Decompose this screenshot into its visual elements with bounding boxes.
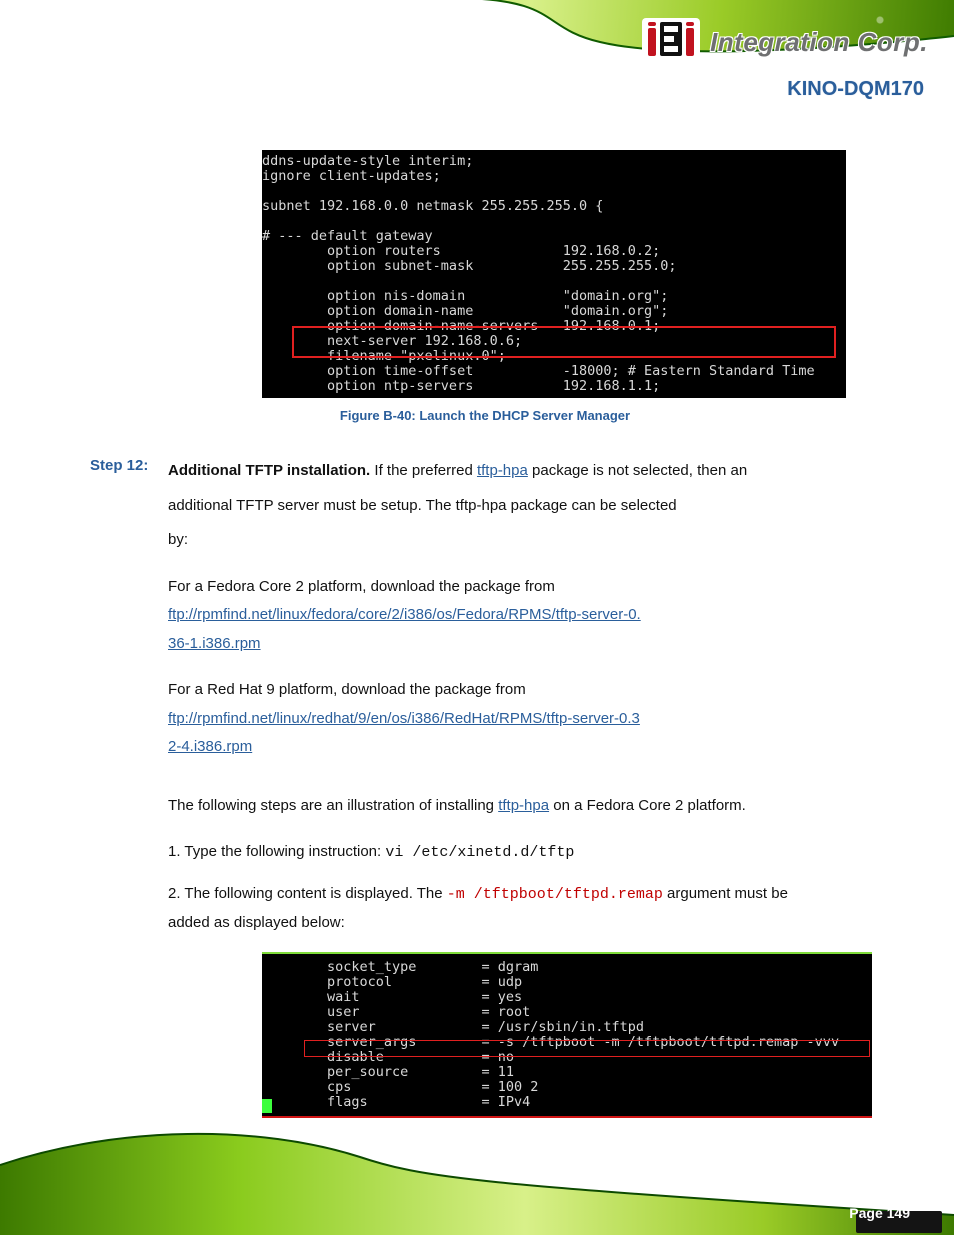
terminal2-highlight-box — [304, 1040, 870, 1057]
step12-fc2-link-tail[interactable]: 36-1.i386.rpm — [168, 635, 261, 652]
step12-fc2-link[interactable]: ftp://rpmfind.net/linux/fedora/core/2/i3… — [168, 606, 641, 623]
s2b: argument must be — [663, 885, 788, 902]
brand-block: Integration Corp. — [642, 18, 928, 66]
terminal2-text: socket_type = dgram protocol = udp wait … — [262, 960, 872, 1110]
step12-pkg: tftp-hpa — [477, 462, 528, 479]
main-column: ddns-update-style interim; ignore client… — [90, 150, 880, 1118]
s1-cmd: vi /etc/xinetd.d/tftp — [385, 844, 574, 861]
step12-lead: Additional TFTP installation. — [168, 462, 370, 479]
step12-fc3a: For a Red Hat 9 platform, download the p… — [168, 681, 526, 698]
para-after-step: The following steps are an illustration … — [168, 792, 880, 938]
brand-name: Integration Corp. — [710, 27, 928, 58]
step12-body2: package is not selected, then an — [528, 462, 747, 479]
footer-banner: Page 149 — [0, 1105, 954, 1235]
step12-body4: by: — [168, 526, 880, 555]
step12-body: Additional TFTP installation. If the pre… — [168, 457, 880, 762]
s2a: The following content is displayed. The — [184, 885, 446, 902]
figure-terminal-1: ddns-update-style interim; ignore client… — [262, 150, 846, 398]
step12-rh9-link[interactable]: ftp://rpmfind.net/linux/redhat/9/en/os/i… — [168, 710, 640, 727]
step12-body3: additional TFTP server must be setup. Th… — [168, 492, 880, 521]
terminal1-highlight-box — [292, 326, 836, 358]
step12-number: Step 12: — [90, 457, 150, 762]
brand-logo-icon — [642, 18, 700, 66]
step12-fc2-block: For a Fedora Core 2 platform, download t… — [168, 573, 880, 659]
figure1-caption-text: Figure B-40: Launch the DHCP Server Mana… — [340, 408, 630, 423]
page-number: Page 149 — [849, 1205, 910, 1221]
sub-step-1: 1. Type the following instruction: vi /e… — [168, 838, 880, 868]
sub-step-2: 2. The following content is displayed. T… — [168, 880, 880, 938]
s2-highlight: -m /tftpboot/tftpd.remap — [447, 886, 663, 903]
s2c: added as displayed below: — [168, 909, 880, 938]
page-number-text: Page 149 — [849, 1205, 910, 1221]
step12-rh9-link-tail[interactable]: 2-4.i386.rpm — [168, 738, 252, 755]
header-banner: Integration Corp. KINO-DQM170 — [0, 0, 954, 112]
terminal1-text: ddns-update-style interim; ignore client… — [262, 154, 846, 394]
para-line1a: The following steps are an illustration … — [168, 797, 498, 814]
step-12: Step 12: Additional TFTP installation. I… — [90, 457, 880, 762]
figure-terminal-2: socket_type = dgram protocol = udp wait … — [262, 952, 872, 1118]
step12-fc2a: For a Fedora Core 2 platform, download t… — [168, 578, 555, 595]
para-line1b: on a Fedora Core 2 platform. — [549, 797, 746, 814]
figure1-caption: Figure B-40: Launch the DHCP Server Mana… — [90, 408, 880, 423]
s1a: Type the following instruction: — [184, 843, 385, 860]
step12-body1: If the preferred — [374, 462, 477, 479]
step12-rh9-block: For a Red Hat 9 platform, download the p… — [168, 676, 880, 762]
para-pkg: tftp-hpa — [498, 797, 549, 814]
product-line: KINO-DQM170 — [787, 78, 924, 101]
